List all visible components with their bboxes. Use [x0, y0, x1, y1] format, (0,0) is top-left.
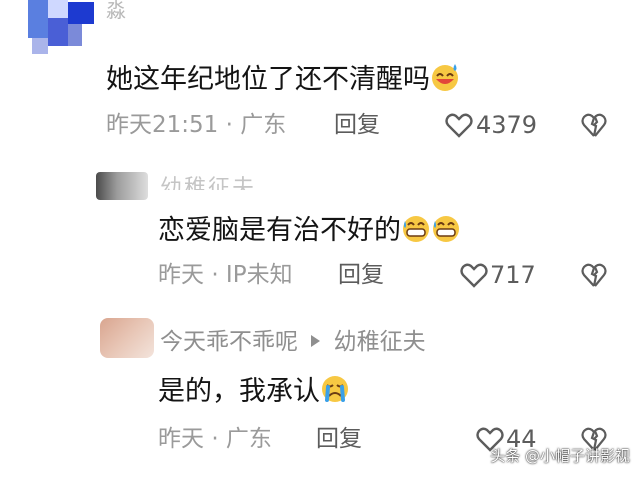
- comment-location: · 广东: [211, 426, 272, 452]
- comment-text-content: 是的，我承认: [158, 376, 320, 407]
- watermark: 头条 @小帽子讲影视: [490, 447, 630, 465]
- username[interactable]: 幼稚征夫: [160, 170, 256, 190]
- like-heart-icon[interactable]: [460, 262, 488, 288]
- grin-sweat-face-icon: [403, 216, 429, 242]
- comment-text-content: 恋爱脑是有治不好的: [158, 215, 401, 246]
- username[interactable]: 今天乖不乖呢: [160, 329, 298, 355]
- like-count: 4379: [476, 111, 538, 139]
- comment-time: 昨天: [158, 426, 204, 452]
- reply-arrow-icon: [311, 335, 321, 347]
- reply-target-username[interactable]: 幼稚征夫: [334, 329, 426, 355]
- username[interactable]: 淼: [106, 0, 126, 23]
- avatar[interactable]: [100, 318, 154, 358]
- reply-button[interactable]: 回复: [316, 428, 362, 451]
- comment-text: 是的，我承认: [158, 374, 350, 405]
- comment-location: · IP未知: [211, 262, 293, 288]
- dislike-broken-heart-icon[interactable]: [581, 262, 607, 288]
- comment-text: 恋爱脑是有治不好的: [158, 213, 461, 244]
- comment-location: · 广东: [225, 112, 287, 138]
- comment-meta: 昨天 · 广东: [158, 428, 272, 451]
- comment-text: 她这年纪地位了还不清醒吗: [106, 62, 460, 93]
- sweat-smile-face-icon: [432, 64, 458, 91]
- crying-face-icon: [322, 376, 348, 402]
- comment-meta: 昨天 · IP未知: [158, 264, 293, 287]
- reply-header: 今天乖不乖呢 幼稚征夫: [160, 331, 426, 354]
- comment-time: 昨天21:51: [106, 112, 219, 138]
- avatar[interactable]: [18, 0, 110, 70]
- reply-button[interactable]: 回复: [334, 114, 380, 137]
- like-count: 717: [490, 261, 536, 289]
- reply-button[interactable]: 回复: [338, 264, 384, 287]
- grin-sweat-face-icon: [433, 216, 459, 242]
- comment-time: 昨天: [158, 262, 204, 288]
- comment-meta: 昨天21:51 · 广东: [106, 114, 286, 137]
- avatar[interactable]: [96, 172, 148, 200]
- comment-text-content: 她这年纪地位了还不清醒吗: [106, 64, 430, 95]
- like-heart-icon[interactable]: [445, 112, 473, 138]
- dislike-broken-heart-icon[interactable]: [581, 112, 607, 138]
